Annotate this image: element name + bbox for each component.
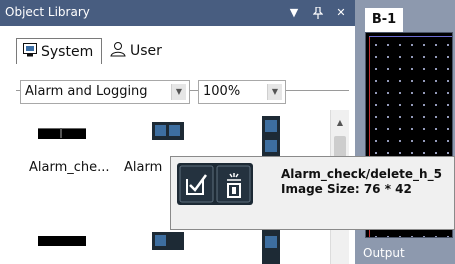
- canvas-guide-horizontal: [369, 36, 452, 37]
- output-panel-label[interactable]: Output: [363, 246, 405, 260]
- object-thumbnail[interactable]: [38, 236, 86, 246]
- object-thumbnail[interactable]: [262, 230, 280, 264]
- scroll-up-icon[interactable]: ▲: [331, 118, 349, 132]
- zoom-select[interactable]: 100% ▼: [198, 80, 286, 104]
- tab-user[interactable]: User: [104, 38, 182, 64]
- object-item-label: Alarm_che...: [29, 160, 110, 175]
- panel-title: Object Library: [5, 5, 90, 19]
- object-thumbnail[interactable]: [262, 116, 280, 158]
- object-thumbnail[interactable]: [152, 232, 184, 250]
- zoom-select-value: 100%: [203, 84, 241, 99]
- pin-icon[interactable]: [310, 4, 326, 22]
- panel-titlebar: Object Library ▼ ✕: [0, 0, 355, 26]
- tab-system[interactable]: System: [16, 38, 102, 64]
- chevron-down-icon[interactable]: ▼: [171, 84, 186, 100]
- category-select-value: Alarm and Logging: [25, 84, 148, 99]
- library-tabs: System User: [0, 26, 355, 91]
- object-tooltip: Alarm_check/delete_h_5 Image Size: 76 * …: [170, 156, 455, 230]
- object-thumbnail[interactable]: [38, 128, 86, 139]
- tooltip-preview-image: [177, 163, 253, 205]
- object-thumbnail[interactable]: [152, 122, 184, 140]
- user-icon: [110, 41, 126, 61]
- object-item-label: Alarm: [124, 160, 163, 175]
- tooltip-image-size: Image Size: 76 * 42: [281, 182, 412, 196]
- category-select[interactable]: Alarm and Logging ▼: [20, 80, 190, 104]
- chevron-down-icon[interactable]: ▼: [267, 84, 282, 100]
- system-icon: [23, 42, 37, 61]
- document-tab[interactable]: B-1: [365, 8, 403, 32]
- tooltip-text: Alarm_check/delete_h_5 Image Size: 76 * …: [281, 167, 442, 197]
- close-icon[interactable]: ✕: [333, 4, 349, 22]
- panel-menu-icon[interactable]: ▼: [286, 4, 302, 22]
- tab-user-label: User: [130, 43, 162, 59]
- tooltip-object-name: Alarm_check/delete_h_5: [281, 167, 442, 181]
- tab-system-label: System: [41, 43, 94, 60]
